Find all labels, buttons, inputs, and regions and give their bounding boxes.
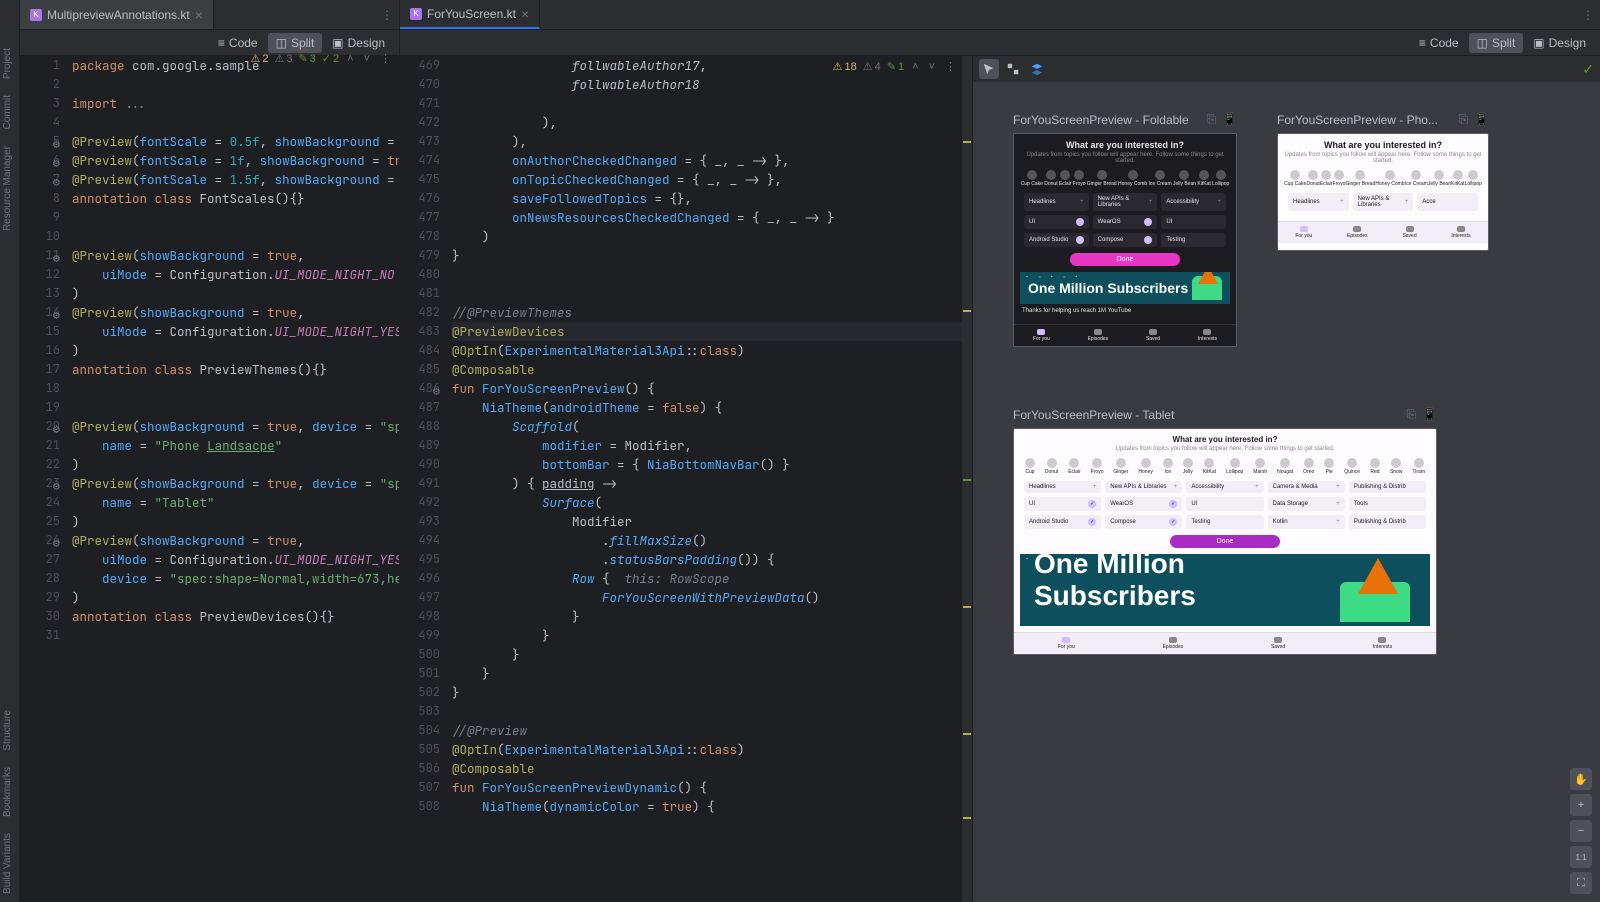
preview-label: ForYouScreenPreview - Pho... (1277, 113, 1438, 127)
pan-icon[interactable]: ✋ (1570, 768, 1592, 790)
split-icon: ◫ (1477, 36, 1488, 50)
split-icon: ◫ (276, 36, 287, 50)
ok-icon: ✓ 2 (322, 52, 339, 65)
preview-foldable[interactable]: What are you interested in? Updates from… (1013, 133, 1237, 347)
preview-label: ForYouScreenPreview - Tablet (1013, 408, 1174, 422)
view-design-button[interactable]: ▣ Design (324, 33, 393, 53)
preview-label: ForYouScreenPreview - Foldable (1013, 113, 1189, 127)
weak-warning-icon: ⚠ 3 (274, 52, 292, 65)
copy-icon[interactable]: ⎘ (1406, 407, 1416, 422)
animation-preview-icon[interactable] (1003, 59, 1023, 79)
copy-icon[interactable]: ⎘ (1458, 112, 1468, 127)
chevron-down-icon[interactable]: ˅ (362, 53, 372, 65)
design-icon: ▣ (1533, 36, 1544, 50)
code-icon: ≡ (1419, 36, 1426, 50)
preview-phone[interactable]: What are you interested in? Updates from… (1277, 133, 1489, 251)
more-icon[interactable]: ⋮ (943, 60, 958, 73)
view-split-button[interactable]: ◫ Split (268, 33, 323, 53)
editor-gutter: 4694704714724734744754764774784794804814… (400, 56, 448, 902)
rail-commit[interactable]: Commit (0, 87, 19, 137)
hero-card: One MillionSubscribers (1020, 554, 1430, 626)
editor-gutter: 1234⚙5⚙6⚙78910⚙111213⚙141516171819⚙20212… (20, 56, 68, 902)
device-icon[interactable]: 📱 (1422, 407, 1437, 422)
kotlin-file-icon: K (410, 8, 422, 20)
rail-bookmarks[interactable]: Bookmarks (0, 759, 19, 825)
chevron-down-icon[interactable]: ˅ (927, 61, 937, 73)
tab-foryouscreen[interactable]: K ForYouScreen.kt × (400, 0, 540, 29)
rail-project[interactable]: Project (0, 40, 19, 87)
device-icon[interactable]: 📱 (1474, 112, 1489, 127)
rail-build-variants[interactable]: Build Variants (0, 825, 19, 902)
tab-label: ForYouScreen.kt (427, 7, 516, 21)
view-code-button[interactable]: ≡ Code (1411, 33, 1467, 53)
zoom-11-button[interactable]: 1:1 (1570, 846, 1592, 868)
tabs-menu-icon[interactable]: ⋮ (381, 8, 399, 22)
view-split-button[interactable]: ◫ Split (1469, 33, 1524, 53)
code-body-right[interactable]: follwableAuthor17, follwableAuthor18 ), … (448, 56, 962, 902)
preview-tablet[interactable]: What are you interested in? Updates from… (1013, 428, 1437, 655)
tab-multipreview[interactable]: K MultipreviewAnnotations.kt × (20, 0, 214, 29)
zoom-in-icon[interactable]: + (1570, 794, 1592, 816)
more-icon[interactable]: ⋮ (378, 52, 393, 65)
warning-icon: ⚠ 18 (833, 60, 857, 73)
zoom-out-icon[interactable]: − (1570, 820, 1592, 842)
chevron-up-icon[interactable]: ˄ (910, 61, 920, 73)
copy-icon[interactable]: ⎘ (1206, 112, 1216, 127)
scrollbar[interactable] (962, 56, 972, 902)
tool-window-rail: Project Commit Resource Manager Structur… (0, 0, 20, 902)
build-ok-icon: ✓ (1582, 61, 1594, 78)
inspection-summary[interactable]: ⚠ 2 ⚠ 3 ✎ 3 ✓ 2 ˄ ˅ ⋮ (250, 52, 393, 65)
hero-card: One Million Subscribers (1020, 272, 1230, 304)
code-body-left[interactable]: package com.google.sample import ... @Pr… (68, 56, 399, 902)
tabs-menu-icon[interactable]: ⋮ (1582, 8, 1600, 22)
view-design-button[interactable]: ▣ Design (1525, 33, 1594, 53)
typo-icon: ✎ 1 (887, 60, 904, 73)
close-icon[interactable]: × (195, 7, 203, 23)
rail-structure[interactable]: Structure (0, 702, 19, 759)
typo-icon: ✎ 3 (298, 52, 315, 65)
zoom-fit-icon[interactable]: ⛶ (1570, 872, 1592, 894)
kotlin-file-icon: K (30, 9, 42, 21)
layers-icon[interactable] (1027, 59, 1047, 79)
compose-preview-panel: ✓ ForYouScreenPreview - Foldable ⎘ (973, 56, 1600, 902)
interactive-preview-icon[interactable] (979, 59, 999, 79)
inspection-summary[interactable]: ⚠ 18 ⚠ 4 ✎ 1 ˄ ˅ ⋮ (833, 60, 958, 73)
done-button: Done (1170, 535, 1280, 548)
close-icon[interactable]: × (521, 6, 529, 22)
weak-warning-icon: ⚠ 4 (863, 60, 881, 73)
tab-label: MultipreviewAnnotations.kt (47, 8, 190, 22)
done-button: Done (1070, 253, 1180, 266)
warning-icon: ⚠ 2 (250, 52, 268, 65)
device-icon[interactable]: 📱 (1222, 112, 1237, 127)
design-icon: ▣ (332, 36, 343, 50)
rail-resource-manager[interactable]: Resource Manager (0, 138, 19, 239)
chevron-up-icon[interactable]: ˄ (345, 53, 355, 65)
view-code-button[interactable]: ≡ Code (210, 33, 266, 53)
code-icon: ≡ (218, 36, 225, 50)
